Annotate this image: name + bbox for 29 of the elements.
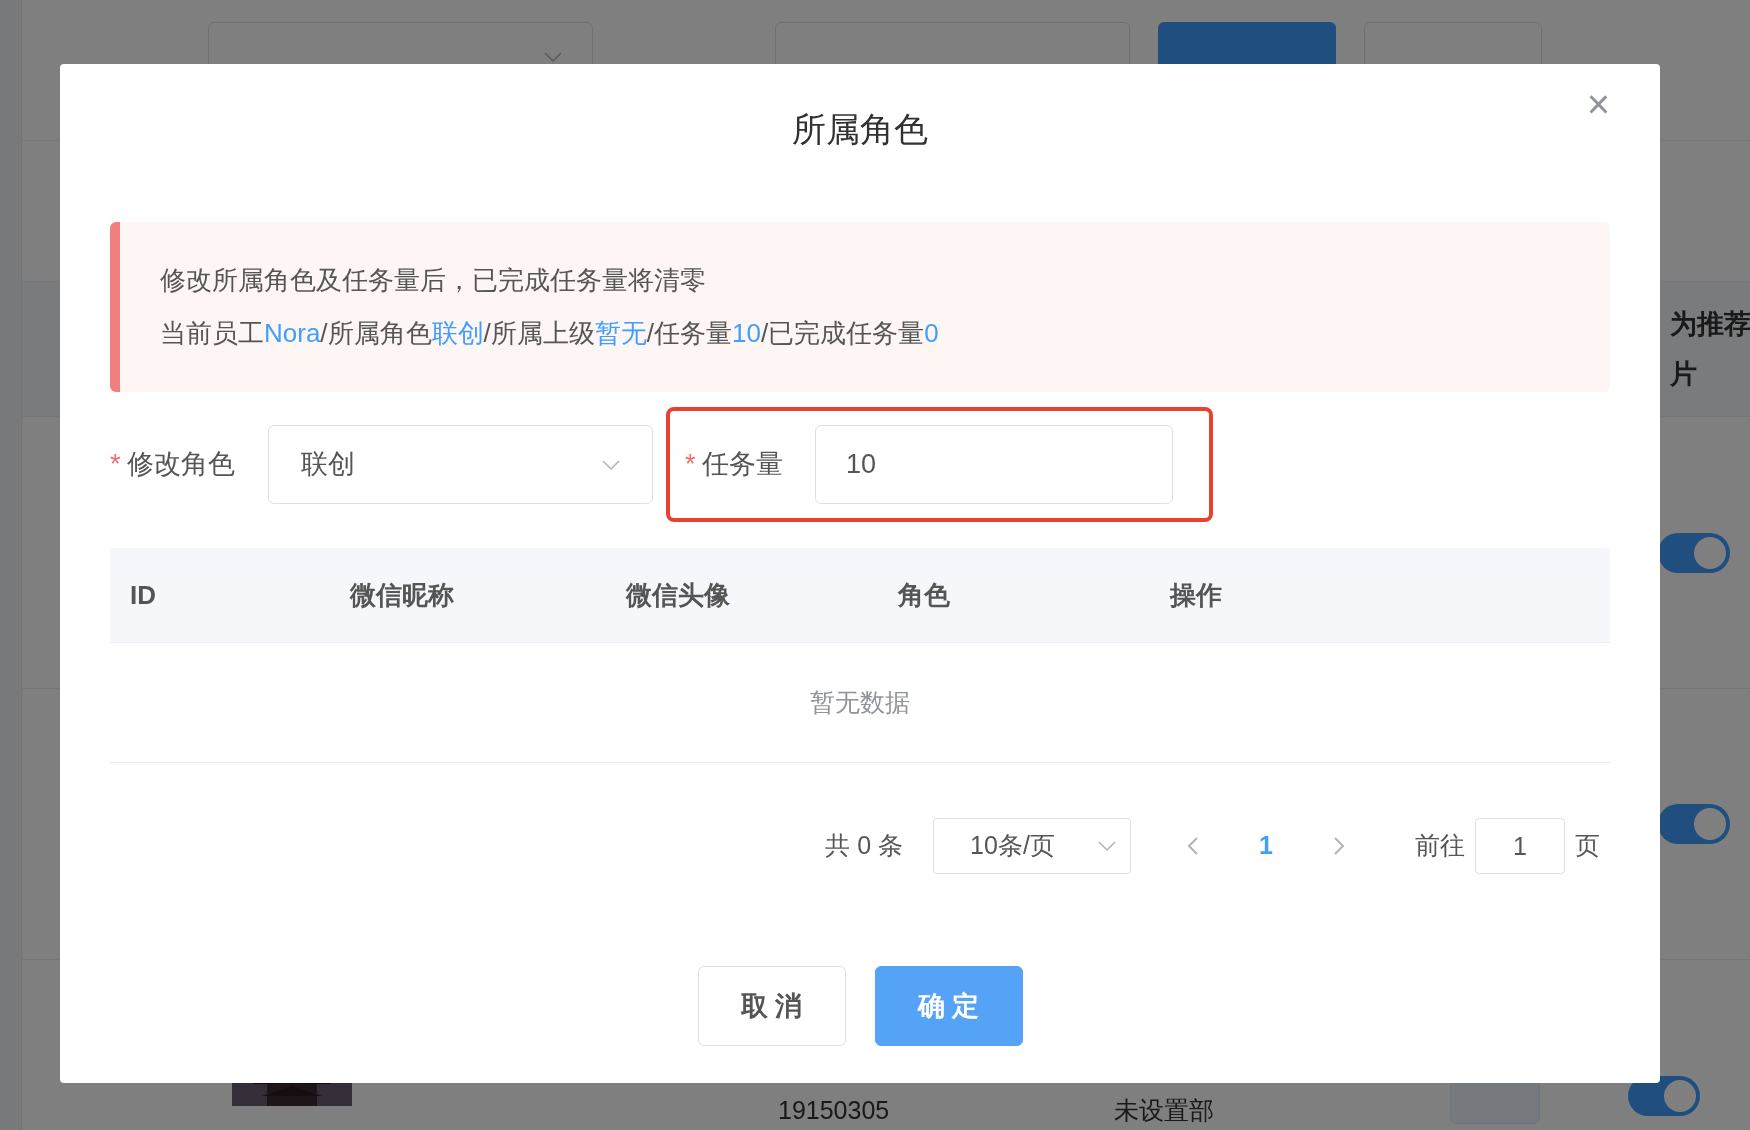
role-select[interactable]: 联创 [268, 425, 653, 504]
chevron-down-icon [544, 52, 562, 62]
column-header: 为推荐 [1670, 308, 1750, 342]
page-size-select[interactable]: 10条/页 [933, 818, 1132, 874]
chevron-down-icon [1098, 841, 1117, 851]
alert-text: 修改所属角色及任务量后，已完成任务量将清零 [160, 264, 707, 297]
empty-text: 暂无数据 [810, 686, 910, 718]
field-label: * 修改角色 [110, 448, 236, 482]
toggle-switch[interactable] [1658, 804, 1730, 845]
field-label: * 任务量 [685, 448, 784, 482]
total-count: 共 0 条 [825, 830, 904, 862]
quota-field[interactable]: 10 [815, 425, 1173, 504]
column-header: 操作 [1170, 578, 1223, 612]
goto-suffix: 页 [1575, 830, 1600, 862]
page-jump-field[interactable]: 1 [1475, 818, 1565, 874]
toggle-switch[interactable] [1658, 532, 1730, 573]
column-header: 微信头像 [626, 578, 731, 612]
cancel-button[interactable]: 取 消 [697, 966, 846, 1046]
toggle-switch[interactable] [1628, 1076, 1700, 1117]
column-header: 微信昵称 [350, 578, 455, 612]
dialog-title: 所属角色 [792, 109, 928, 150]
table-cell-text: 19150305 [778, 1095, 891, 1127]
goto-label: 前往 [1415, 830, 1465, 862]
column-header: ID [129, 578, 157, 612]
column-header: 角色 [898, 578, 951, 612]
column-header: 片 [1670, 358, 1698, 392]
alert-text: 当前员工Nora/所属角色联创/所属上级暂无/任务量10/已完成任务量0 [160, 317, 940, 350]
chevron-down-icon [602, 459, 620, 470]
table-cell-text: 未设置部 [1114, 1095, 1215, 1127]
